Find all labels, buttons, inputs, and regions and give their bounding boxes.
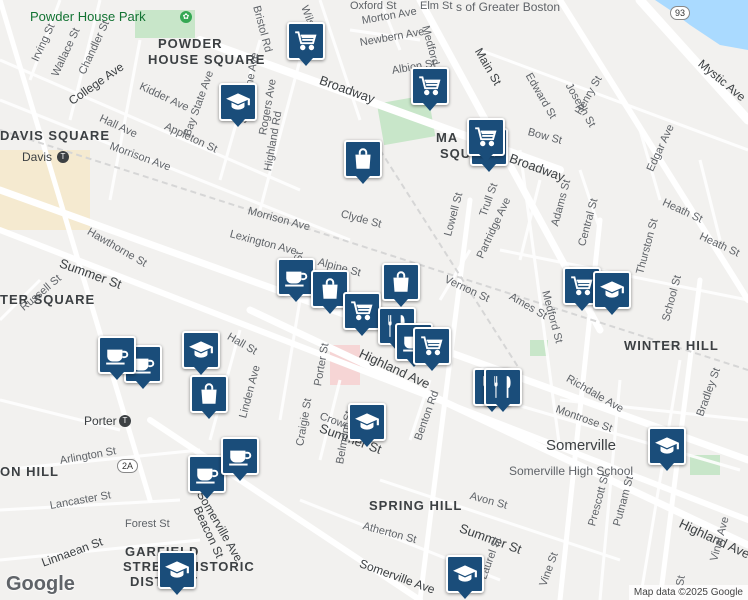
map-marker-graduation-cap[interactable] <box>182 331 220 375</box>
poi-label[interactable]: Somerville <box>546 437 616 454</box>
google-logo: Google <box>6 573 75 595</box>
map-marker-shopping-cart[interactable] <box>413 327 451 371</box>
area-label: WINTER HILL <box>624 338 719 353</box>
shopping-cart-icon <box>293 28 319 54</box>
map-marker-graduation-cap[interactable] <box>446 555 484 599</box>
graduation-cap-icon <box>354 409 380 435</box>
map-marker-coffee-cup[interactable] <box>277 258 315 302</box>
route-shield: 93 <box>670 6 691 20</box>
poi-label[interactable]: Somerville High School <box>509 464 633 478</box>
area-label: ON HILL <box>0 464 59 479</box>
map-marker-graduation-cap[interactable] <box>348 403 386 447</box>
street-label: Elm St <box>420 0 453 12</box>
restaurant-icon <box>490 374 516 400</box>
map-marker-coffee-cup[interactable] <box>98 336 136 380</box>
coffee-cup-icon <box>227 443 253 469</box>
shopping-bag-icon <box>196 381 222 407</box>
map-marker-shopping-cart[interactable] <box>467 118 505 162</box>
map-marker-shopping-cart[interactable] <box>343 292 381 336</box>
shopping-cart-icon <box>473 124 499 150</box>
area-label: MA <box>436 130 459 145</box>
graduation-cap-icon <box>599 277 625 303</box>
map-marker-shopping-bag[interactable] <box>190 375 228 419</box>
shopping-cart-icon <box>419 333 445 359</box>
map-marker-graduation-cap[interactable] <box>158 551 196 595</box>
shopping-cart-icon <box>349 298 375 324</box>
poi-label[interactable]: Davis <box>22 150 52 164</box>
shopping-bag-icon <box>350 146 376 172</box>
park-icon: ✿ <box>180 11 192 23</box>
shopping-bag-icon <box>388 269 414 295</box>
transit-icon: T <box>57 151 69 163</box>
street-label: Forest St <box>125 518 170 530</box>
area-label: DAVIS SQUARE <box>0 128 110 143</box>
map-marker-restaurant[interactable] <box>484 368 522 412</box>
map-marker-shopping-bag[interactable] <box>344 140 382 184</box>
transit-icon: T <box>119 415 131 427</box>
area-label: POWDER <box>158 36 223 51</box>
map-marker-shopping-bag[interactable] <box>382 263 420 307</box>
map-marker-shopping-cart[interactable] <box>411 67 449 111</box>
poi-label[interactable]: s of Greater Boston <box>456 0 560 14</box>
map-marker-graduation-cap[interactable] <box>219 83 257 127</box>
shopping-bag-icon <box>317 276 343 302</box>
route-shield: 2A <box>117 459 139 473</box>
map-canvas[interactable]: POWDER HOUSE SQUARE DAVIS SQUARE TER SQU… <box>0 0 748 600</box>
map-marker-shopping-cart[interactable] <box>287 22 325 66</box>
graduation-cap-icon <box>654 433 680 459</box>
poi-label[interactable]: Porter <box>84 414 117 428</box>
graduation-cap-icon <box>452 561 478 587</box>
coffee-cup-icon <box>283 264 309 290</box>
graduation-cap-icon <box>188 337 214 363</box>
area-label: SPRING HILL <box>369 498 463 513</box>
map-marker-coffee-cup[interactable] <box>221 437 259 481</box>
map-marker-graduation-cap[interactable] <box>593 271 631 315</box>
street-label: Oxford St <box>350 0 397 12</box>
map-attribution[interactable]: Map data ©2025 Google <box>628 585 748 600</box>
shopping-cart-icon <box>569 273 595 299</box>
coffee-cup-icon <box>194 461 220 487</box>
coffee-cup-icon <box>104 342 130 368</box>
water-body <box>655 0 748 50</box>
map-marker-graduation-cap[interactable] <box>648 427 686 471</box>
graduation-cap-icon <box>164 557 190 583</box>
shopping-cart-icon <box>417 73 443 99</box>
graduation-cap-icon <box>225 89 251 115</box>
